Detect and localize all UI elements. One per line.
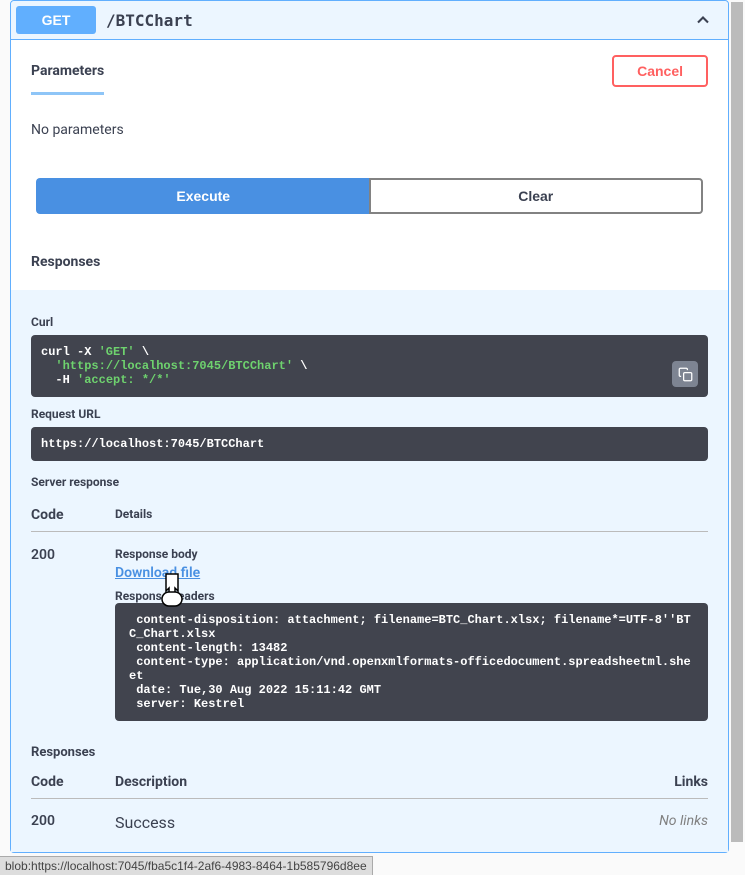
endpoint-path: /BTCChart	[106, 11, 693, 30]
success-text: Success	[115, 813, 659, 832]
desc-header-row: Code Description Links	[31, 766, 708, 799]
curl-block: curl -X 'GET' \ 'https://localhost:7045/…	[31, 335, 708, 397]
scrollbar-track[interactable]	[731, 2, 743, 875]
cancel-button[interactable]: Cancel	[612, 55, 708, 87]
parameters-tab[interactable]: Parameters	[31, 63, 104, 95]
curl-label: Curl	[31, 315, 708, 329]
status-bar: blob:https://localhost:7045/fba5c1f4-2af…	[0, 856, 373, 875]
chevron-up-icon	[693, 10, 713, 30]
parameters-header: Parameters Cancel	[11, 40, 728, 102]
links-header: Links	[674, 774, 708, 790]
description-header: Description	[115, 774, 674, 790]
response-details: Response body Download file Response hea…	[115, 547, 708, 721]
responses-detail: Curl curl -X 'GET' \ 'https://localhost:…	[11, 290, 728, 852]
response-headers-label: Response headers	[115, 589, 708, 603]
execute-button[interactable]: Execute	[36, 178, 369, 214]
opblock-summary[interactable]: GET /BTCChart	[11, 1, 728, 40]
copy-button[interactable]	[672, 361, 698, 387]
server-response-label: Server response	[31, 475, 708, 489]
method-badge: GET	[16, 6, 96, 34]
request-url-label: Request URL	[31, 407, 708, 421]
code-header2: Code	[31, 774, 115, 790]
download-file-link[interactable]: Download file	[115, 565, 200, 581]
response-body-label: Response body	[115, 547, 708, 561]
responses-header: Responses	[31, 254, 708, 270]
code-header: Code	[31, 507, 115, 523]
opblock-get: GET /BTCChart Parameters Cancel No param…	[10, 0, 729, 853]
response-row: 200 Response body Download file Response…	[31, 532, 708, 721]
response-table-header: Code Details	[31, 495, 708, 532]
response-code2: 200	[31, 813, 115, 832]
success-row: 200 Success No links	[31, 799, 708, 832]
button-row: Execute Clear	[11, 158, 728, 234]
opblock-body: Parameters Cancel No parameters Execute …	[11, 40, 728, 852]
nolinks-text: No links	[659, 813, 708, 832]
responses-header-section: Responses	[11, 234, 728, 290]
parameters-content: No parameters	[11, 102, 728, 158]
details-header: Details	[115, 507, 708, 523]
response-headers-block: content-disposition: attachment; filenam…	[115, 603, 708, 721]
scrollbar-thumb[interactable]	[731, 2, 743, 842]
response-code: 200	[31, 547, 115, 721]
responses-schema-section: Responses Code Description Links 200 Suc…	[31, 721, 708, 832]
responses2-label: Responses	[31, 745, 708, 760]
request-url-block: https://localhost:7045/BTCChart	[31, 427, 708, 461]
clear-button[interactable]: Clear	[369, 178, 704, 214]
